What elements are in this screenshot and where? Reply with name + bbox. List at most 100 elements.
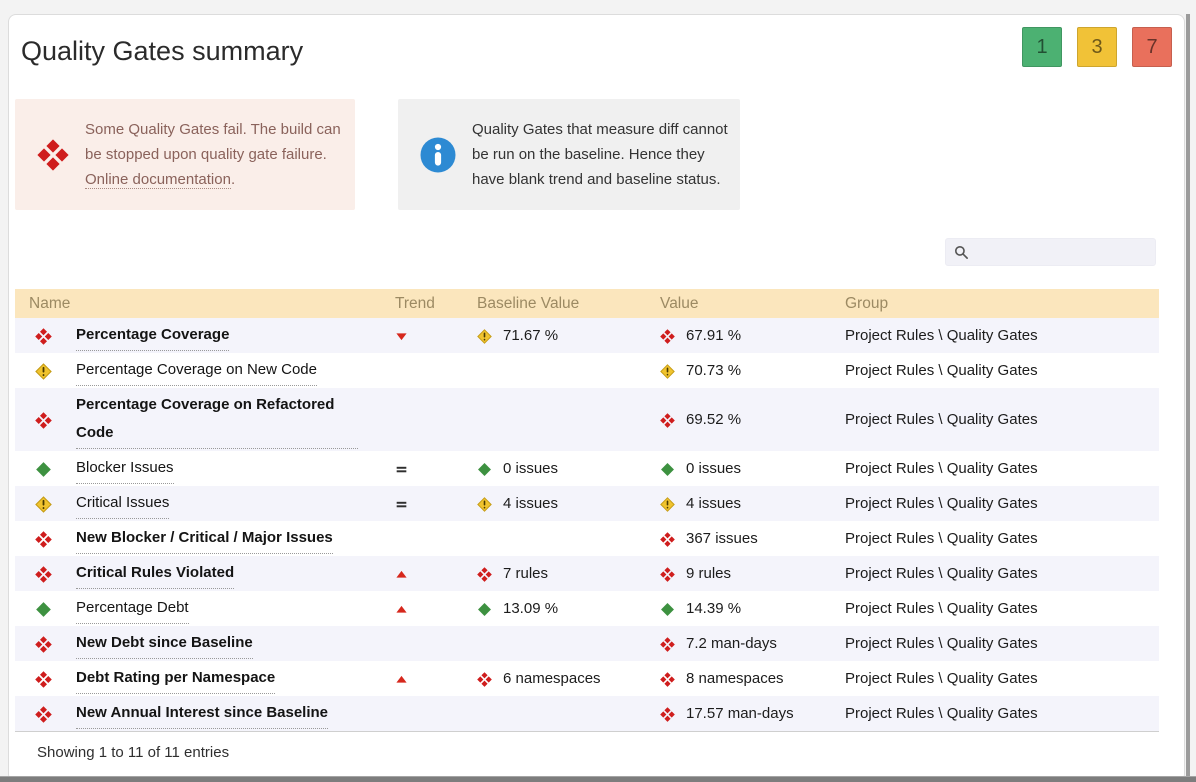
value: 17.57 man-days — [686, 705, 794, 722]
value-status-icon — [660, 566, 675, 582]
column-header-value[interactable]: Value — [646, 289, 831, 318]
column-header-name[interactable]: Name — [15, 289, 381, 318]
baseline-value: 4 issues — [503, 495, 559, 512]
value-status-icon — [660, 328, 675, 344]
column-header-group[interactable]: Group — [831, 289, 1159, 318]
baseline-status-icon — [477, 671, 492, 687]
value-status-icon — [660, 671, 675, 687]
status-icon — [35, 635, 52, 653]
fail-diamond-icon — [37, 138, 69, 171]
warning-text-main: Some Quality Gates fail. The build can b… — [85, 121, 341, 163]
trend-icon — [395, 463, 463, 476]
group-cell: Project Rules \ Quality Gates — [845, 327, 1038, 344]
warned-gates-badge[interactable]: 3 — [1077, 27, 1117, 67]
baseline-status-icon — [477, 462, 492, 477]
trend-icon — [395, 603, 463, 616]
value: 367 issues — [686, 530, 758, 547]
value: 70.73 % — [686, 362, 742, 379]
metric-name-link[interactable]: Percentage Coverage on New Code — [76, 356, 317, 386]
table-header-row: Name Trend Baseline Value Value Group — [15, 289, 1159, 318]
metric-name-link[interactable]: Critical Issues — [76, 489, 170, 519]
trend-icon — [395, 673, 463, 686]
value: 9 rules — [686, 565, 732, 582]
trend-icon — [395, 568, 463, 581]
notice-boxes: Some Quality Gates fail. The build can b… — [15, 99, 1164, 210]
status-icon — [35, 705, 52, 723]
column-header-trend[interactable]: Trend — [381, 289, 463, 318]
table-row: Percentage Coverage on Refactored Code 6… — [15, 388, 1159, 451]
table-row: Percentage Coverage 71.67 % 67.91 % Proj… — [15, 318, 1159, 353]
metric-name-link[interactable]: Percentage Coverage — [76, 321, 230, 351]
value: 8 namespaces — [686, 670, 784, 687]
info-circle-icon — [420, 137, 456, 173]
search-icon — [954, 245, 969, 260]
metric-name-link[interactable]: New Blocker / Critical / Major Issues — [76, 524, 333, 554]
metric-name-link[interactable]: Percentage Debt — [76, 594, 189, 624]
baseline-value: 13.09 % — [503, 600, 559, 617]
baseline-status-icon — [477, 602, 492, 617]
metric-name-link[interactable]: New Debt since Baseline — [76, 629, 253, 659]
online-documentation-link[interactable]: Online documentation — [85, 171, 231, 189]
value-status-icon — [660, 462, 675, 477]
window-bottom-edge — [0, 776, 1196, 782]
value-status-icon — [660, 602, 675, 617]
status-icon — [35, 565, 52, 583]
group-cell: Project Rules \ Quality Gates — [845, 530, 1038, 547]
quality-gates-table: Name Trend Baseline Value Value Group Pe… — [15, 289, 1159, 732]
value: 7.2 man-days — [686, 635, 777, 652]
status-icon — [35, 670, 52, 688]
baseline-value: 7 rules — [503, 565, 549, 582]
group-cell: Project Rules \ Quality Gates — [845, 670, 1038, 687]
info-text: Quality Gates that measure diff cannot b… — [472, 121, 728, 188]
scrollbar[interactable] — [1186, 14, 1190, 782]
group-cell: Project Rules \ Quality Gates — [845, 362, 1038, 379]
group-cell: Project Rules \ Quality Gates — [845, 460, 1038, 477]
metric-name-link[interactable]: Percentage Coverage on Refactored Code — [76, 391, 358, 449]
warning-notice: Some Quality Gates fail. The build can b… — [15, 99, 355, 210]
metric-name-link[interactable]: New Annual Interest since Baseline — [76, 699, 329, 729]
table-row: New Blocker / Critical / Major Issues 36… — [15, 521, 1159, 556]
value-status-icon — [660, 706, 675, 722]
search-input[interactable] — [975, 243, 1155, 261]
metric-name-link[interactable]: Blocker Issues — [76, 454, 174, 484]
entries-summary: Showing 1 to 11 of 11 entries — [37, 744, 230, 761]
baseline-value: 71.67 % — [503, 327, 559, 344]
quality-gates-card: 1 3 7 Quality Gates summary Some Quality… — [8, 14, 1185, 782]
baseline-status-icon — [477, 328, 492, 344]
table-row: Critical Rules Violated 7 rules 9 rules … — [15, 556, 1159, 591]
search-row — [15, 238, 1156, 266]
column-header-baseline-value[interactable]: Baseline Value — [463, 289, 646, 318]
table-body: Percentage Coverage 71.67 % 67.91 % Proj… — [15, 318, 1159, 732]
table-search-box — [945, 238, 1156, 266]
status-icon — [35, 601, 52, 618]
table-row: New Debt since Baseline 7.2 man-days Pro… — [15, 626, 1159, 661]
status-icon — [35, 327, 52, 345]
value: 0 issues — [686, 460, 742, 477]
status-icon — [35, 411, 52, 429]
table-row: Percentage Coverage on New Code 70.73 % … — [15, 353, 1159, 388]
warning-text: Some Quality Gates fail. The build can b… — [85, 117, 343, 192]
table-row: Percentage Debt 13.09 % 14.39 % Project … — [15, 591, 1159, 626]
passed-gates-badge[interactable]: 1 — [1022, 27, 1062, 67]
table-row: Critical Issues 4 issues 4 issues Projec… — [15, 486, 1159, 521]
value-status-icon — [660, 363, 675, 379]
value-status-icon — [660, 412, 675, 428]
status-icon — [35, 362, 52, 380]
value-status-icon — [660, 531, 675, 547]
gate-count-badges: 1 3 7 — [1022, 27, 1172, 67]
page-title: Quality Gates summary — [21, 36, 304, 66]
group-cell: Project Rules \ Quality Gates — [845, 600, 1038, 617]
group-cell: Project Rules \ Quality Gates — [845, 495, 1038, 512]
failed-gates-badge[interactable]: 7 — [1132, 27, 1172, 67]
table-row: Blocker Issues 0 issues 0 issues Project… — [15, 451, 1159, 486]
metric-name-link[interactable]: Debt Rating per Namespace — [76, 664, 276, 694]
group-cell: Project Rules \ Quality Gates — [845, 565, 1038, 582]
value: 67.91 % — [686, 327, 742, 344]
status-icon — [35, 495, 52, 513]
status-icon — [35, 461, 52, 478]
baseline-value: 0 issues — [503, 460, 559, 477]
value-status-icon — [660, 636, 675, 652]
metric-name-link[interactable]: Critical Rules Violated — [76, 559, 235, 589]
baseline-status-icon — [477, 566, 492, 582]
value: 14.39 % — [686, 600, 742, 617]
